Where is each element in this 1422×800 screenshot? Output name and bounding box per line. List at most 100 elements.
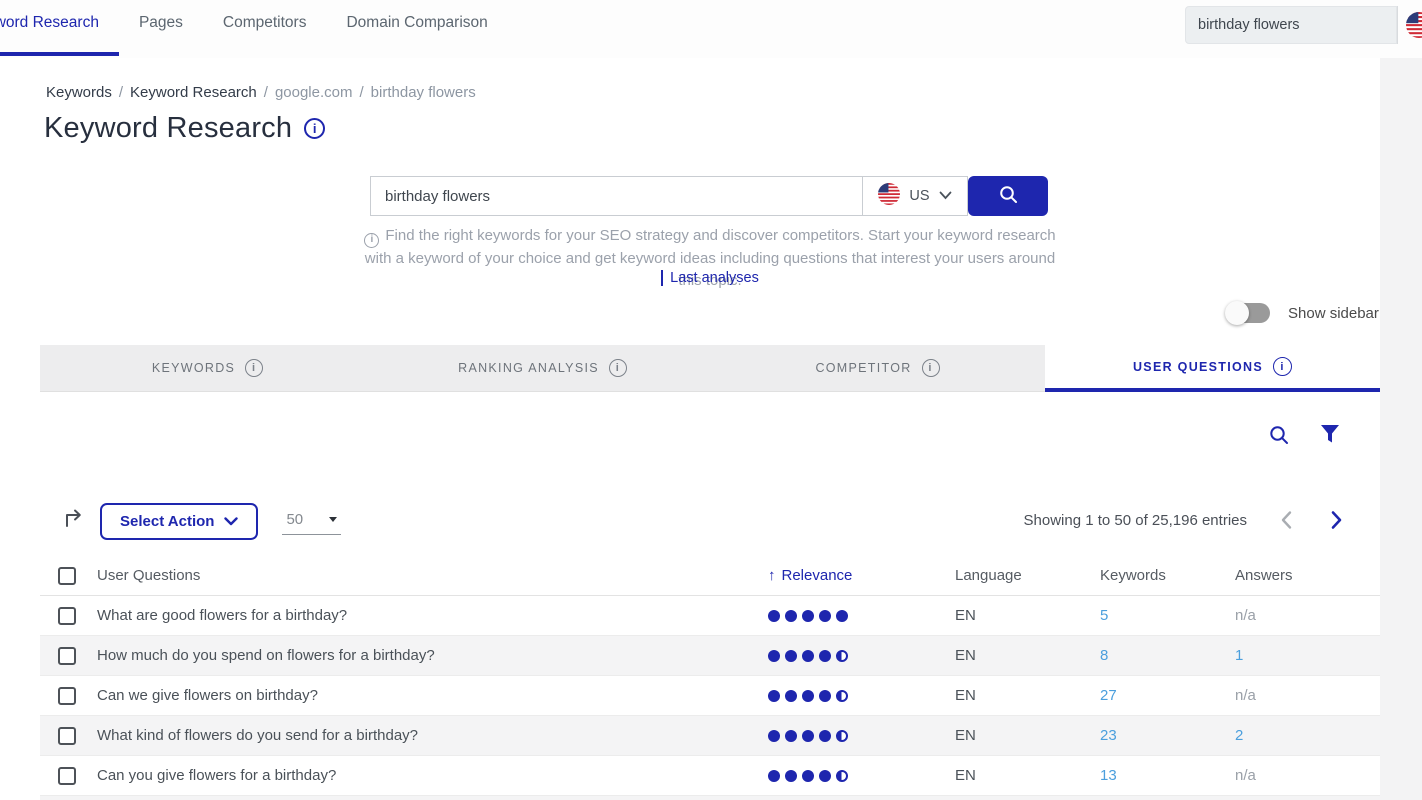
tab-ranking-analysis[interactable]: RANKING ANALYSIS i	[375, 345, 710, 392]
nav-item-label: Competitors	[223, 14, 307, 32]
column-header-answers[interactable]: Answers	[1235, 567, 1380, 584]
table-search-icon[interactable]	[1268, 424, 1290, 451]
global-search-box	[1185, 6, 1397, 44]
info-icon[interactable]: i	[922, 359, 940, 377]
nav-item-keyword-research[interactable]: Keyword Research	[0, 0, 119, 46]
row-checkbox[interactable]	[58, 687, 76, 705]
nav-item-domain-comparison[interactable]: Domain Comparison	[326, 0, 507, 46]
relevance-dots	[768, 770, 955, 782]
table-row[interactable]: Can you give flowers for a birthday? EN …	[40, 756, 1380, 796]
nav-item-label: Pages	[139, 14, 183, 32]
info-icon[interactable]: i	[609, 359, 627, 377]
language-value: EN	[955, 647, 1100, 664]
chevron-down-icon	[224, 513, 238, 530]
select-all-checkbox[interactable]	[58, 567, 76, 585]
top-navigation: Keyword Research Pages Competitors Domai…	[0, 0, 1422, 58]
tab-label: COMPETITOR	[815, 361, 911, 375]
us-flag-icon	[878, 183, 900, 210]
relevance-dot	[768, 770, 780, 782]
breadcrumb-separator: /	[264, 84, 268, 101]
relevance-dot	[785, 650, 797, 662]
keywords-count-link[interactable]: 13	[1100, 767, 1235, 784]
sidebar-toggle-row: Show sidebar	[1228, 303, 1379, 323]
table-row[interactable]: What are good flowers for a birthday? EN…	[40, 596, 1380, 636]
table-row[interactable]: What kind of flowers do you send for a b…	[40, 716, 1380, 756]
row-checkbox-cell	[40, 607, 97, 625]
info-icon[interactable]: i	[1273, 357, 1292, 376]
breadcrumb: Keywords / Keyword Research / google.com…	[46, 84, 476, 101]
table-row[interactable]: How much do you spend on flowers for a b…	[40, 636, 1380, 676]
caret-down-icon	[329, 517, 337, 522]
tab-user-questions[interactable]: USER QUESTIONS i	[1045, 345, 1380, 392]
relevance-dot	[802, 610, 814, 622]
title-info-icon[interactable]: i	[304, 118, 325, 139]
page-size-select[interactable]: 50	[282, 508, 341, 535]
language-value: EN	[955, 767, 1100, 784]
keywords-count-link[interactable]: 23	[1100, 727, 1235, 744]
row-checkbox[interactable]	[58, 767, 76, 785]
show-sidebar-toggle[interactable]	[1228, 303, 1270, 323]
question-text: Can we give flowers on birthday?	[97, 687, 768, 704]
page-title-row: Keyword Research i	[44, 112, 325, 145]
tab-label: KEYWORDS	[152, 361, 235, 375]
column-header-language[interactable]: Language	[955, 567, 1100, 584]
nav-item-label: Keyword Research	[0, 14, 99, 32]
relevance-dot	[802, 650, 814, 662]
row-checkbox[interactable]	[58, 727, 76, 745]
divider	[1397, 6, 1398, 44]
export-icon[interactable]	[62, 507, 86, 536]
tab-label: RANKING ANALYSIS	[458, 361, 599, 375]
answers-count[interactable]: 1	[1235, 647, 1380, 664]
question-text: What kind of flowers do you send for a b…	[97, 727, 768, 744]
breadcrumb-keyword-research[interactable]: Keyword Research	[130, 84, 257, 101]
pagination-next-icon[interactable]	[1330, 510, 1343, 535]
relevance-dots	[768, 650, 955, 662]
keywords-count-link[interactable]: 27	[1100, 687, 1235, 704]
breadcrumb-separator: /	[360, 84, 364, 101]
relevance-dot	[785, 730, 797, 742]
relevance-dot	[802, 690, 814, 702]
relevance-dot	[768, 730, 780, 742]
tab-keywords[interactable]: KEYWORDS i	[40, 345, 375, 392]
keywords-count-link[interactable]: 8	[1100, 647, 1235, 664]
page-title: Keyword Research	[44, 112, 292, 145]
column-header-relevance[interactable]: ↑ Relevance	[768, 567, 955, 584]
global-search-input[interactable]	[1198, 17, 1384, 33]
breadcrumb-separator: /	[119, 84, 123, 101]
relevance-dot	[836, 610, 848, 622]
relevance-dot	[785, 610, 797, 622]
keywords-count-link[interactable]: 5	[1100, 607, 1235, 624]
relevance-dot	[836, 730, 848, 742]
info-icon[interactable]: i	[245, 359, 263, 377]
last-analyses-link[interactable]: Last analyses	[661, 270, 759, 286]
country-selector[interactable]: US	[862, 176, 968, 216]
question-text: Can you give flowers for a birthday?	[97, 767, 768, 784]
column-header-keywords[interactable]: Keywords	[1100, 567, 1235, 584]
row-checkbox[interactable]	[58, 607, 76, 625]
relevance-dot	[836, 650, 848, 662]
search-icon	[998, 184, 1019, 208]
pagination-prev-icon[interactable]	[1280, 510, 1293, 535]
tab-label: USER QUESTIONS	[1133, 360, 1263, 374]
row-checkbox[interactable]	[58, 647, 76, 665]
relevance-dots	[768, 690, 955, 702]
relevance-dot	[785, 770, 797, 782]
select-action-button[interactable]: Select Action	[100, 503, 258, 540]
us-flag-icon[interactable]	[1406, 12, 1422, 43]
show-sidebar-label: Show sidebar	[1288, 305, 1379, 322]
keyword-search-button[interactable]	[968, 176, 1048, 216]
column-header-user-questions[interactable]: User Questions	[97, 567, 768, 584]
row-checkbox-cell	[40, 647, 97, 665]
partial-next-row	[40, 796, 1380, 800]
filter-icon[interactable]	[1320, 424, 1340, 451]
answers-count[interactable]: 2	[1235, 727, 1380, 744]
keyword-input[interactable]	[370, 176, 862, 216]
tab-competitor[interactable]: COMPETITOR i	[710, 345, 1045, 392]
nav-item-competitors[interactable]: Competitors	[203, 0, 327, 46]
table-row[interactable]: Can we give flowers on birthday? EN 27 n…	[40, 676, 1380, 716]
relevance-dot	[836, 770, 848, 782]
breadcrumb-domain[interactable]: google.com	[275, 84, 353, 101]
breadcrumb-keywords[interactable]: Keywords	[46, 84, 112, 101]
nav-item-pages[interactable]: Pages	[119, 0, 203, 46]
relevance-dot	[836, 690, 848, 702]
